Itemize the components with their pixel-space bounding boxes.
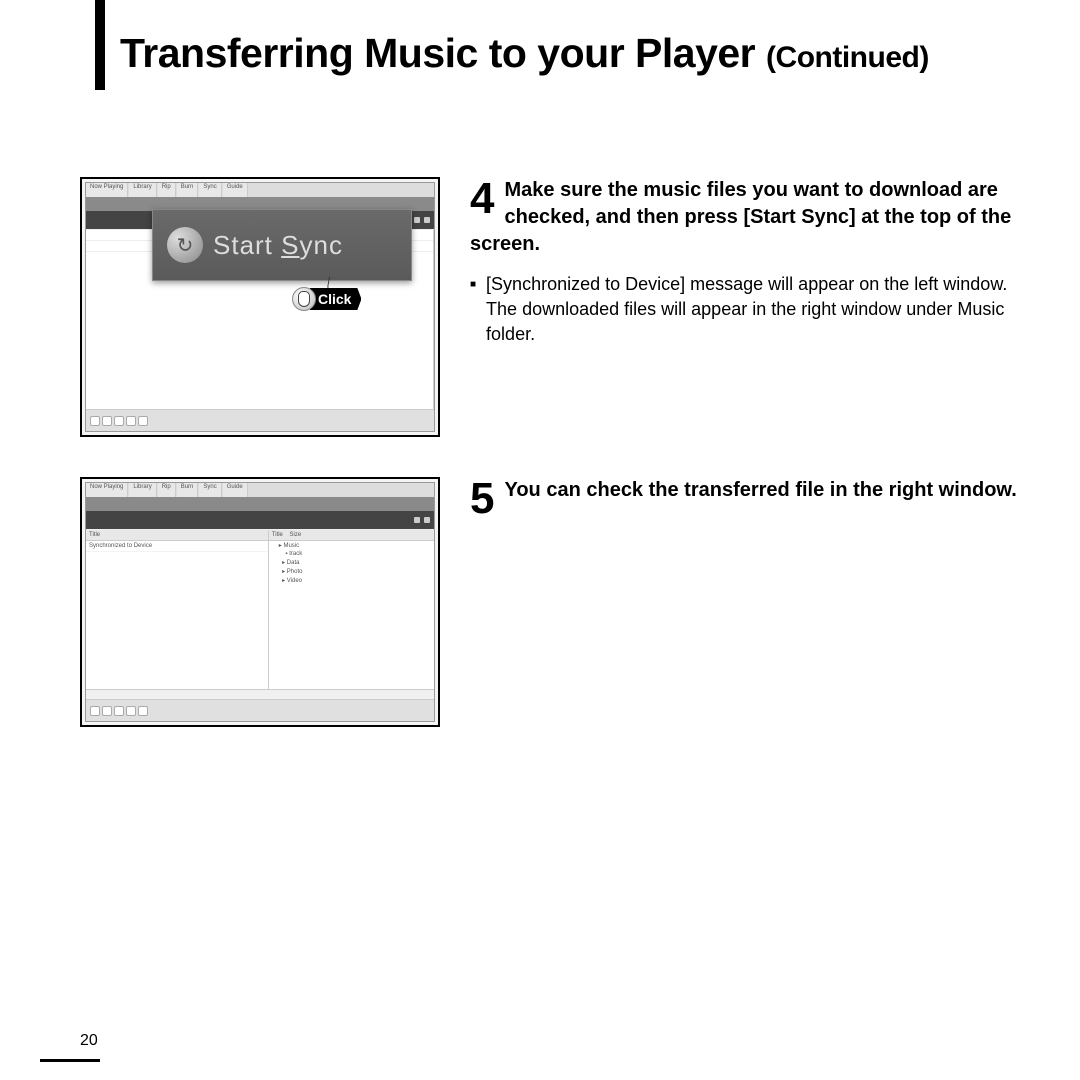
tree-row: ▪ track (269, 550, 434, 558)
page-title: Transferring Music to your Player (Conti… (120, 30, 1040, 77)
page-number-accent (40, 1059, 100, 1062)
sync-label-rest: ync (299, 230, 342, 260)
sync-label-underline: S (281, 230, 299, 260)
start-sync-label: Start Sync (213, 230, 343, 261)
wmp-tab: Guide (223, 483, 248, 497)
wmp-tab: Rip (158, 483, 176, 497)
bullet-icon: ■ (470, 278, 476, 348)
play-control (90, 706, 100, 716)
manual-page: Transferring Music to your Player (Conti… (0, 0, 1080, 1080)
wmp-tab: Library (129, 183, 156, 197)
tree-row: ▸ Video (269, 576, 434, 585)
mouse-icon (292, 287, 316, 311)
toolbar-button (414, 217, 420, 223)
click-callout: Click (292, 287, 361, 311)
wmp-toolbar (86, 511, 434, 529)
column-header: Title Size (269, 530, 434, 541)
play-control (114, 706, 124, 716)
step-4-text: 4 Make sure the music files you want to … (470, 177, 1040, 437)
page-number: 20 (80, 1032, 98, 1050)
toolbar-button (424, 217, 430, 223)
play-control (102, 706, 112, 716)
play-control (114, 416, 124, 426)
step-number: 4 (470, 177, 494, 221)
tree-row: ▸ Photo (269, 567, 434, 576)
play-control (126, 416, 136, 426)
screenshot-step-4: Now Playing Library Rip Burn Sync Guide (80, 177, 440, 437)
wmp-right-pane: Title Size ▸ Music ▪ track ▸ Data ▸ Phot… (269, 530, 434, 691)
wmp-tab: Sync (199, 483, 221, 497)
tree-row: ▸ Data (269, 558, 434, 567)
status-bar (86, 689, 434, 699)
step-4-row: Now Playing Library Rip Burn Sync Guide (80, 177, 1040, 437)
wmp-tab: Rip (158, 183, 176, 197)
sync-label-prefix: Start (213, 230, 281, 260)
step-5-row: Now Playing Library Rip Burn Sync Guide … (80, 477, 1040, 727)
play-control (90, 416, 100, 426)
toolbar-button (424, 517, 430, 523)
play-control (126, 706, 136, 716)
play-control (138, 706, 148, 716)
title-block: Transferring Music to your Player (Conti… (80, 30, 1040, 77)
wmp-tab: Burn (177, 483, 199, 497)
sync-icon: ↻ (167, 227, 203, 263)
tree-row: ▸ Music (269, 541, 434, 550)
wmp-tab: Now Playing (86, 183, 128, 197)
wmp-playback-bar (86, 409, 434, 431)
step-number: 5 (470, 477, 494, 521)
list-row: Synchronized to Device (86, 541, 268, 552)
title-main: Transferring Music to your Player (120, 30, 755, 76)
step-5-bold: You can check the transferred file in th… (470, 477, 1040, 504)
wmp-window: Now Playing Library Rip Burn Sync Guide … (85, 482, 435, 722)
step-4-detail: ■ [Synchronized to Device] message will … (470, 272, 1040, 348)
toolbar-button (414, 517, 420, 523)
click-label: Click (310, 288, 361, 310)
step-4-bold: Make sure the music files you want to do… (470, 177, 1040, 258)
wmp-body: Title Synchronized to Device Title Size … (86, 530, 434, 691)
wmp-left-pane: Title Synchronized to Device (86, 530, 269, 691)
wmp-tab: Library (129, 483, 156, 497)
wmp-playback-bar (86, 699, 434, 721)
wmp-tabs: Now Playing Library Rip Burn Sync Guide (86, 183, 434, 197)
wmp-tab: Sync (199, 183, 221, 197)
step-5-text: 5 You can check the transferred file in … (470, 477, 1040, 727)
title-suffix: (Continued) (766, 41, 929, 74)
wmp-tab: Now Playing (86, 483, 128, 497)
screenshot-step-5: Now Playing Library Rip Burn Sync Guide … (80, 477, 440, 727)
wmp-tabs: Now Playing Library Rip Burn Sync Guide (86, 483, 434, 497)
title-accent-bar (95, 0, 105, 90)
column-header: Title (86, 530, 268, 541)
wmp-tab: Burn (177, 183, 199, 197)
wmp-tab: Guide (223, 183, 248, 197)
play-control (102, 416, 112, 426)
play-control (138, 416, 148, 426)
wmp-subbar (86, 497, 434, 511)
start-sync-button-overlay: ↻ Start Sync (152, 209, 412, 281)
step-4-detail-text: [Synchronized to Device] message will ap… (486, 272, 1040, 348)
